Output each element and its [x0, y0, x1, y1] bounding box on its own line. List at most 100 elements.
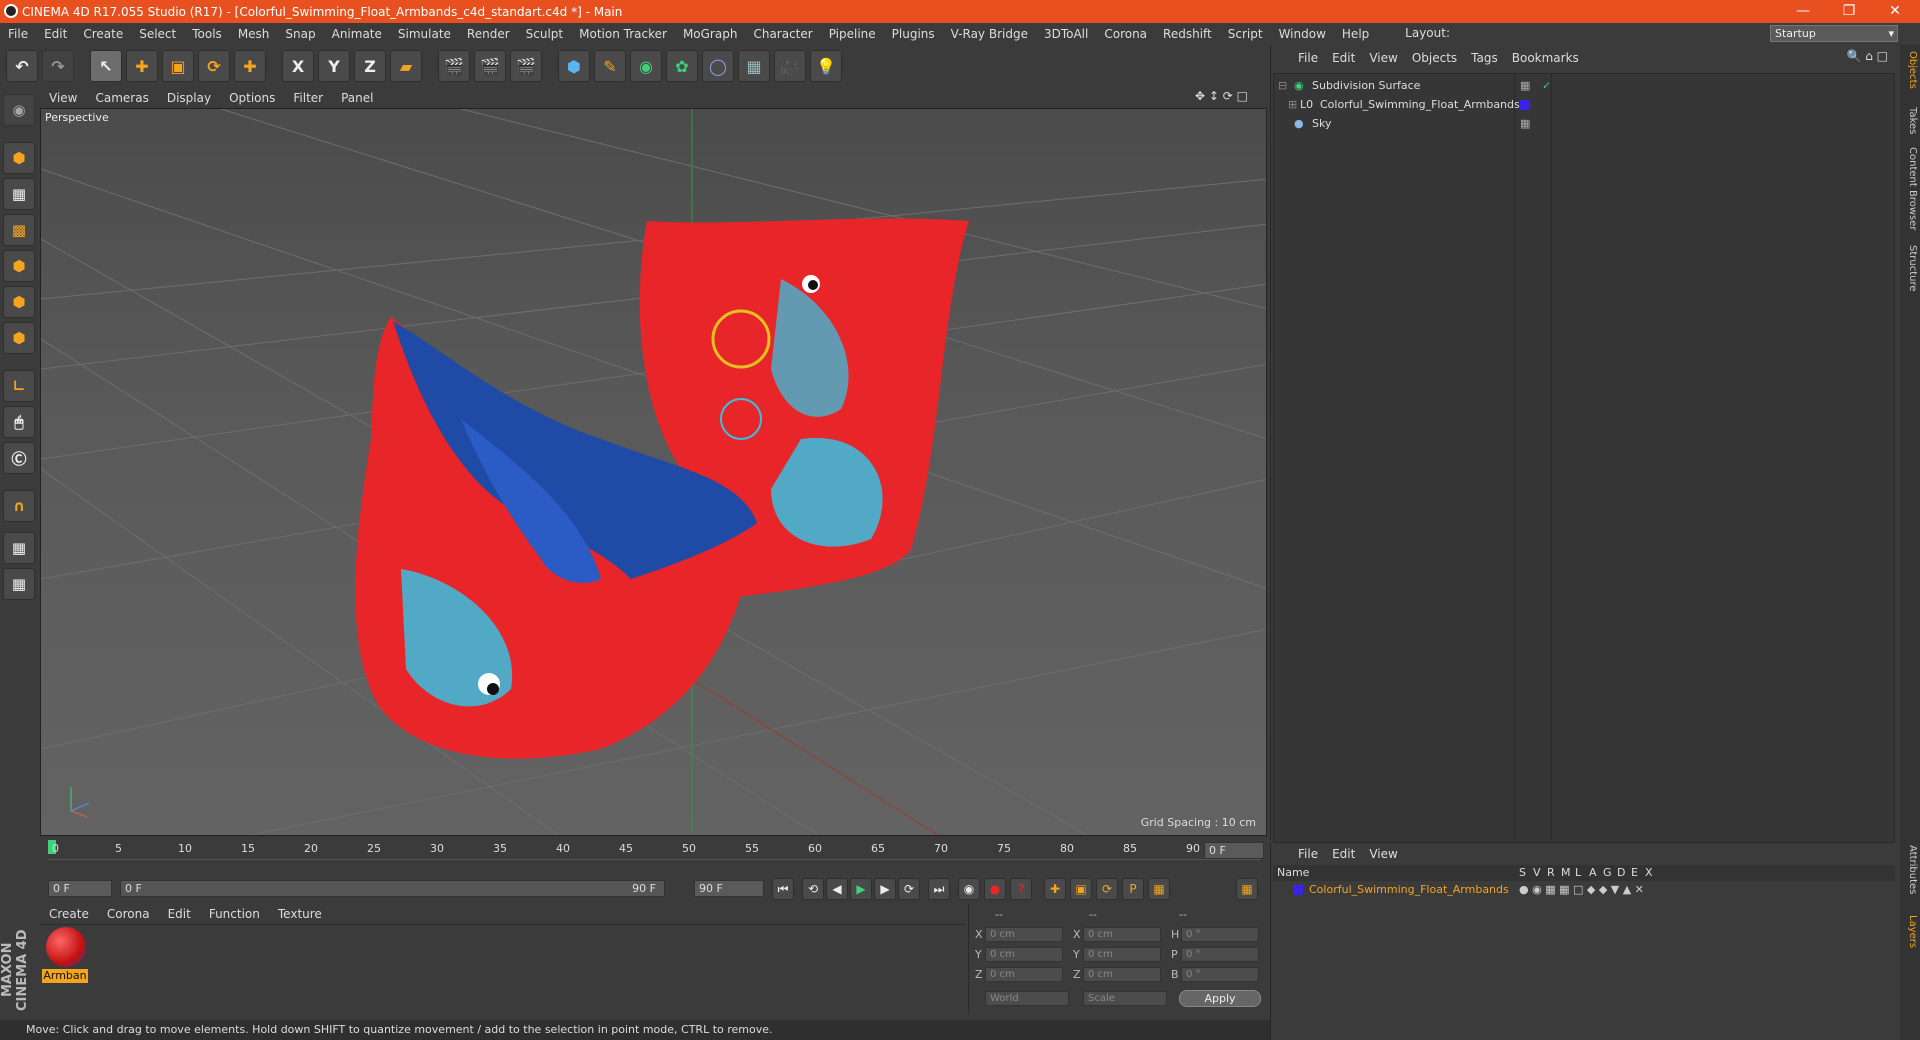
- position-z-field[interactable]: 0 cm: [985, 967, 1063, 982]
- menu-item-pipeline[interactable]: Pipeline: [821, 27, 884, 41]
- enabled-check-icon[interactable]: ✓: [1542, 76, 1551, 95]
- viewport-menu-item-panel[interactable]: Panel: [332, 91, 382, 105]
- camera-button[interactable]: 🎥: [774, 50, 806, 82]
- timeline-ruler[interactable]: 0 5 10 15 20 25 30 35 40 45 50 55 60 65 70 75 80 85 90: [48, 840, 1260, 860]
- layer-menu-item-file[interactable]: File: [1291, 847, 1325, 861]
- position-x-field[interactable]: 0 cm: [985, 927, 1063, 942]
- current-frame-field[interactable]: 0 F: [1204, 842, 1264, 859]
- tab-takes[interactable]: Takes: [1902, 107, 1918, 134]
- object-menu-item-view[interactable]: View: [1362, 51, 1404, 65]
- coordinate-space-select[interactable]: World: [985, 991, 1069, 1006]
- light-button[interactable]: 💡: [810, 50, 842, 82]
- material-menu-item-edit[interactable]: Edit: [159, 907, 200, 921]
- menu-item-redshift[interactable]: Redshift: [1155, 27, 1220, 41]
- workplane-mode-button[interactable]: ▩: [3, 214, 35, 246]
- lock-workplane-button[interactable]: ▦: [3, 532, 35, 564]
- apply-button[interactable]: Apply: [1179, 990, 1261, 1007]
- minimize-icon[interactable]: —: [1780, 0, 1826, 23]
- material-menu-item-texture[interactable]: Texture: [269, 907, 331, 921]
- tree-collapse-icon[interactable]: ⊟: [1278, 76, 1287, 95]
- layer-color-icon[interactable]: [1293, 885, 1303, 895]
- tweak-mode-button[interactable]: 🖱: [3, 406, 35, 438]
- previous-frame-button[interactable]: ◀: [826, 878, 848, 900]
- rotate-tool-button[interactable]: ⟳: [198, 50, 230, 82]
- axis-mode-button[interactable]: ∟: [3, 370, 35, 402]
- transform-tool-button[interactable]: ✚: [234, 50, 266, 82]
- texture-mode-button[interactable]: ▦: [3, 178, 35, 210]
- layout-select[interactable]: Startup ▾: [1770, 25, 1898, 42]
- menu-item-sculpt[interactable]: Sculpt: [518, 27, 571, 41]
- workplane-snap-button[interactable]: ▦: [3, 568, 35, 600]
- material-menu-item-corona[interactable]: Corona: [98, 907, 159, 921]
- tab-attributes[interactable]: Attributes: [1902, 845, 1918, 894]
- timeline[interactable]: 0 5 10 15 20 25 30 35 40 45 50 55 60 65 70 75 80 85 90 0 F: [40, 840, 1267, 876]
- material-menu-item-function[interactable]: Function: [200, 907, 269, 921]
- menu-item-script[interactable]: Script: [1220, 27, 1271, 41]
- edges-mode-button[interactable]: ⬢: [3, 286, 35, 318]
- rotation-key-button[interactable]: ⟳: [1096, 878, 1118, 900]
- rotation-h-field[interactable]: 0 °: [1181, 927, 1259, 942]
- menu-item-v-ray-bridge[interactable]: V-Ray Bridge: [943, 27, 1036, 41]
- rotation-p-field[interactable]: 0 °: [1181, 947, 1259, 962]
- material-menu-item-create[interactable]: Create: [40, 907, 98, 921]
- menu-item-animate[interactable]: Animate: [324, 27, 390, 41]
- menu-item-simulate[interactable]: Simulate: [390, 27, 459, 41]
- y-axis-button[interactable]: Y: [318, 50, 350, 82]
- visibility-dots-icon[interactable]: ▦: [1520, 114, 1530, 133]
- keyframe-selection-button[interactable]: ?: [1010, 878, 1032, 900]
- menu-item-motion-tracker[interactable]: Motion Tracker: [571, 27, 675, 41]
- object-menu-item-bookmarks[interactable]: Bookmarks: [1505, 51, 1586, 65]
- material-preview-sphere[interactable]: [46, 927, 86, 967]
- scale-tool-button[interactable]: ▣: [162, 50, 194, 82]
- menu-item-help[interactable]: Help: [1334, 27, 1377, 41]
- record-keys-button[interactable]: ◉: [958, 878, 980, 900]
- layer-row[interactable]: Colorful_Swimming_Float_Armbands ● ◉ ▦ ▦…: [1273, 881, 1895, 899]
- go-to-end-button[interactable]: ⏭: [928, 878, 950, 900]
- redo-button[interactable]: ↷: [42, 50, 74, 82]
- next-key-button[interactable]: ⟳: [898, 878, 920, 900]
- size-y-field[interactable]: 0 cm: [1083, 947, 1161, 962]
- previous-key-button[interactable]: ⟲: [802, 878, 824, 900]
- x-axis-button[interactable]: X: [282, 50, 314, 82]
- visibility-dots-icon[interactable]: ▦: [1520, 76, 1530, 95]
- frame-range-slider[interactable]: 0 F 90 F: [120, 880, 665, 897]
- viewport-menu-item-display[interactable]: Display: [158, 91, 220, 105]
- tab-structure[interactable]: Structure: [1902, 245, 1918, 292]
- viewport-nav-icons[interactable]: ✥ ↕ ⟳ □: [1195, 89, 1248, 103]
- menu-item-select[interactable]: Select: [131, 27, 184, 41]
- pla-key-button[interactable]: ▦: [1148, 878, 1170, 900]
- coordinate-mode-select[interactable]: Scale: [1083, 991, 1167, 1006]
- size-z-field[interactable]: 0 cm: [1083, 967, 1161, 982]
- undo-button[interactable]: ↶: [6, 50, 38, 82]
- edit-render-settings-button[interactable]: 🎬: [510, 50, 542, 82]
- coordinate-system-button[interactable]: ▰: [390, 50, 422, 82]
- viewport-menu-item-options[interactable]: Options: [220, 91, 284, 105]
- position-key-button[interactable]: ✚: [1044, 878, 1066, 900]
- snap-button[interactable]: Ⓒ: [3, 442, 35, 474]
- menu-item-3dtoall[interactable]: 3DToAll: [1036, 27, 1096, 41]
- play-button[interactable]: ▶: [850, 878, 872, 900]
- perspective-viewport[interactable]: Perspective Grid Spacing : 10 cm: [40, 108, 1267, 836]
- cube-primitive-button[interactable]: ⬢: [558, 50, 590, 82]
- object-menu-item-tags[interactable]: Tags: [1464, 51, 1505, 65]
- object-list[interactable]: ⊟ ◉ Subdivision Surface ▦ ✓ ⊞ L0 Colorfu…: [1273, 73, 1895, 844]
- render-picture-viewer-button[interactable]: 🎬: [474, 50, 506, 82]
- start-frame-field[interactable]: 0 F: [48, 880, 112, 897]
- polygons-mode-button[interactable]: ⬢: [3, 322, 35, 354]
- restore-icon[interactable]: ❐: [1826, 0, 1872, 23]
- scale-key-button[interactable]: ▣: [1070, 878, 1092, 900]
- object-menu-item-file[interactable]: File: [1291, 51, 1325, 65]
- menu-item-window[interactable]: Window: [1271, 27, 1334, 41]
- menu-item-mesh[interactable]: Mesh: [230, 27, 278, 41]
- parameter-key-button[interactable]: P: [1122, 878, 1144, 900]
- close-icon[interactable]: ✕: [1872, 0, 1918, 23]
- timeline-window-button[interactable]: ▦: [1236, 878, 1258, 900]
- menu-item-render[interactable]: Render: [459, 27, 518, 41]
- position-y-field[interactable]: 0 cm: [985, 947, 1063, 962]
- size-x-field[interactable]: 0 cm: [1083, 927, 1161, 942]
- menu-item-tools[interactable]: Tools: [184, 27, 230, 41]
- tree-expand-icon[interactable]: ⊞: [1288, 95, 1297, 114]
- viewport-menu-item-cameras[interactable]: Cameras: [86, 91, 157, 105]
- live-selection-button[interactable]: ↖: [90, 50, 122, 82]
- make-editable-button[interactable]: ◉: [3, 94, 35, 126]
